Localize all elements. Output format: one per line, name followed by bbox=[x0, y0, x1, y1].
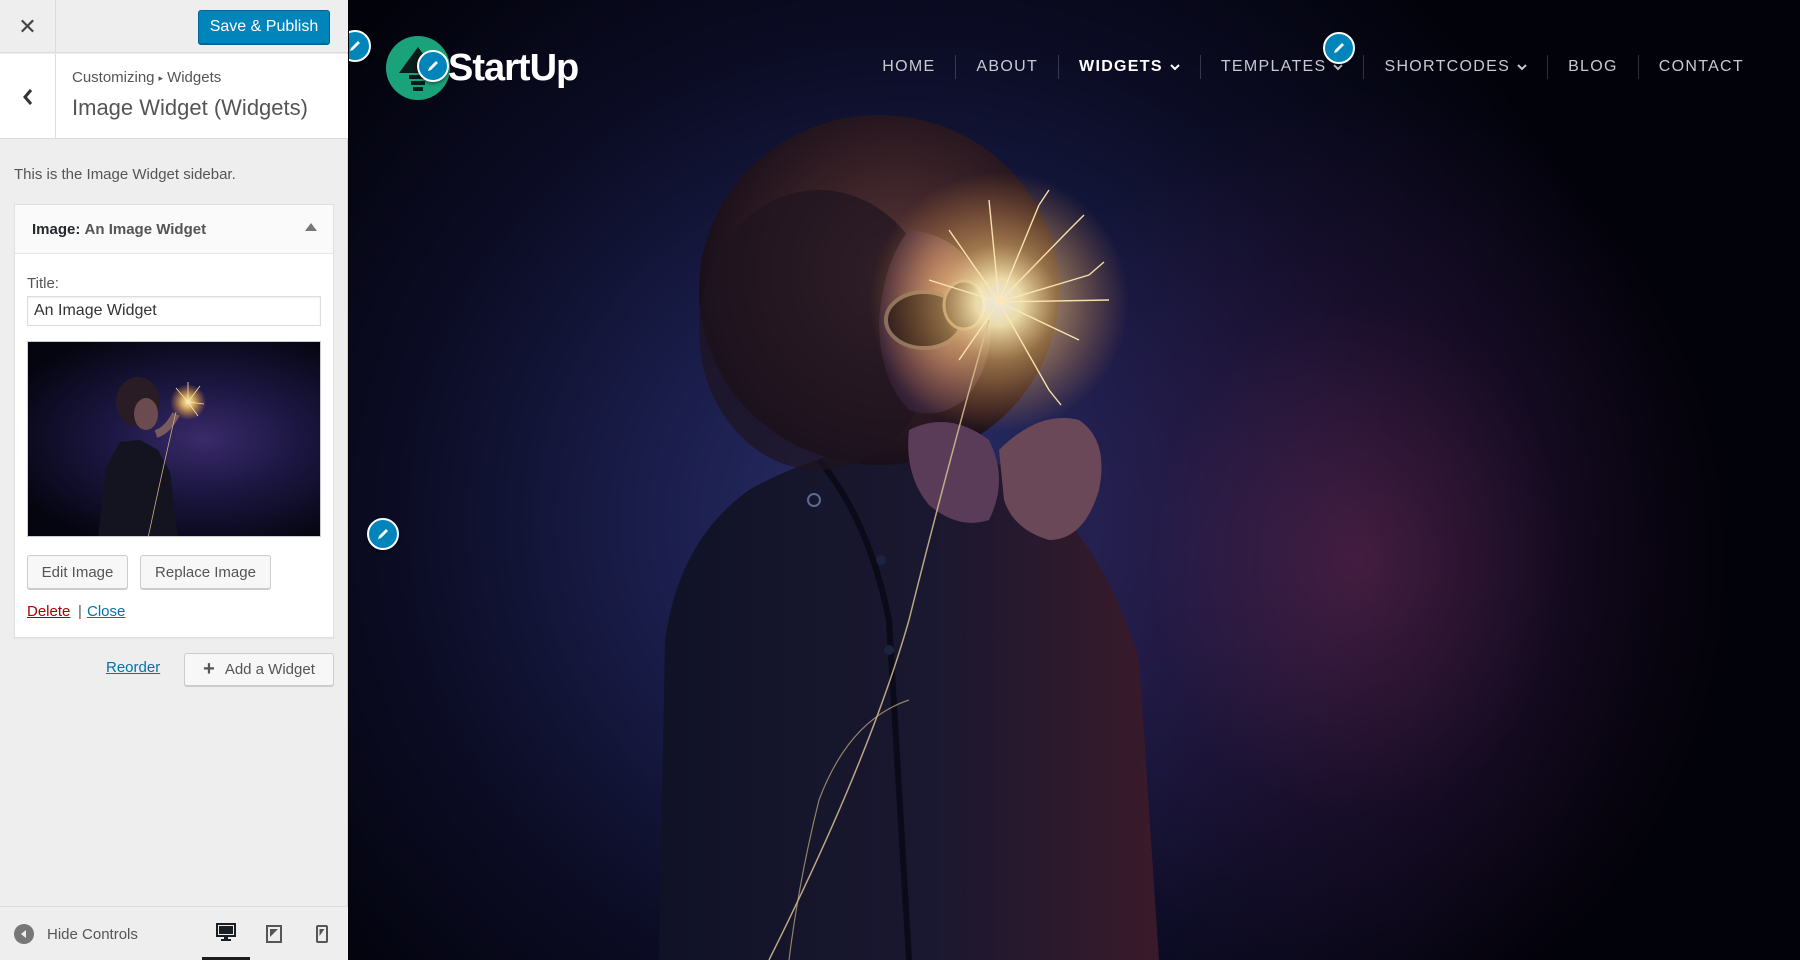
tablet-icon bbox=[266, 925, 282, 943]
widget-header[interactable]: Image: An Image Widget bbox=[15, 205, 333, 254]
add-widget-label: Add a Widget bbox=[224, 661, 315, 678]
widget-type-label: Image: bbox=[32, 221, 81, 238]
replace-image-button[interactable]: Replace Image bbox=[140, 555, 271, 589]
site-logo[interactable]: StartUp bbox=[385, 35, 579, 101]
back-button[interactable] bbox=[0, 54, 56, 139]
reorder-link[interactable]: Reorder bbox=[106, 659, 160, 676]
hide-controls-label: Hide Controls bbox=[47, 925, 138, 943]
preview-tablet-button[interactable] bbox=[250, 907, 298, 960]
close-icon: ✕ bbox=[18, 13, 37, 39]
customizer-header: ✕ Save & Publish bbox=[0, 0, 348, 53]
nav-item-label: ABOUT bbox=[976, 58, 1039, 75]
widget-title: Image: An Image Widget bbox=[32, 221, 206, 238]
sparkler-photo-thumbnail bbox=[98, 377, 206, 536]
breadcrumb-current: Widgets bbox=[167, 69, 222, 86]
chevron-down-icon bbox=[1170, 63, 1180, 70]
section-header: Customizing ▸ Widgets Image Widget (Widget… bbox=[0, 54, 348, 139]
image-widget-panel: Image: An Image Widget Title: An Image W… bbox=[14, 204, 334, 638]
nav-item-shortcodes[interactable]: SHORTCODES bbox=[1363, 55, 1547, 79]
preview-mobile-button[interactable] bbox=[298, 907, 346, 960]
plus-icon: + bbox=[203, 658, 215, 680]
nav-item-label: TEMPLATES bbox=[1220, 58, 1327, 75]
edit-image-button[interactable]: Edit Image bbox=[27, 555, 128, 589]
site-title: StartUp bbox=[448, 46, 579, 89]
sidebar-description: This is the Image Widget sidebar. bbox=[14, 166, 236, 183]
close-customizer-button[interactable]: ✕ bbox=[0, 0, 56, 53]
hero-sparkler-photo bbox=[659, 115, 1159, 960]
mobile-icon bbox=[316, 925, 328, 943]
nav-item-label: HOME bbox=[882, 58, 936, 75]
pencil-icon bbox=[1334, 43, 1344, 53]
preview-desktop-button[interactable] bbox=[202, 907, 250, 960]
nav-item-label: SHORTCODES bbox=[1384, 58, 1511, 75]
nav-item-label: BLOG bbox=[1568, 58, 1618, 75]
breadcrumb-separator: ▸ bbox=[158, 72, 164, 83]
close-widget-link[interactable]: Close bbox=[87, 603, 125, 620]
nav-item-blog[interactable]: BLOG bbox=[1547, 55, 1638, 79]
edit-shortcut-logo[interactable] bbox=[417, 50, 449, 82]
customizer-footer: Hide Controls bbox=[0, 906, 348, 960]
nav-item-contact[interactable]: CONTACT bbox=[1637, 55, 1764, 79]
collapse-left-icon bbox=[14, 924, 34, 944]
title-input[interactable] bbox=[27, 296, 321, 326]
nav-item-label: CONTACT bbox=[1658, 58, 1744, 75]
pencil-icon bbox=[428, 61, 438, 71]
hide-controls-button[interactable]: Hide Controls bbox=[14, 921, 138, 947]
desktop-icon bbox=[216, 923, 236, 941]
link-separator: | bbox=[78, 603, 82, 620]
site-preview: StartUp HOME ABOUT WIDGETS TEMPLATES SHORTCO… bbox=[349, 0, 1800, 960]
title-label: Title: bbox=[27, 275, 59, 292]
edit-shortcut-menu[interactable] bbox=[1323, 32, 1355, 64]
add-widget-button[interactable]: + Add a Widget bbox=[184, 653, 334, 686]
chevron-down-icon bbox=[1333, 63, 1344, 70]
nav-item-label: WIDGETS bbox=[1079, 58, 1163, 75]
widget-image-preview[interactable] bbox=[27, 341, 321, 537]
pencil-icon bbox=[378, 529, 388, 539]
customizer-sidebar: ✕ Save & Publish Customizing ▸ Widgets Ima… bbox=[0, 0, 348, 960]
chevron-left-icon bbox=[22, 88, 32, 105]
chevron-down-icon bbox=[1517, 63, 1527, 70]
section-title: Image Widget (Widgets) bbox=[72, 95, 308, 120]
delete-widget-link[interactable]: Delete bbox=[27, 603, 70, 620]
site-navigation: HOME ABOUT WIDGETS TEMPLATES SHORTCODES BLOG C… bbox=[862, 55, 1764, 79]
breadcrumb: Customizing ▸ Widgets bbox=[72, 69, 221, 86]
nav-item-home[interactable]: HOME bbox=[862, 55, 955, 79]
nav-item-about[interactable]: ABOUT bbox=[955, 55, 1058, 79]
nav-item-widgets[interactable]: WIDGETS bbox=[1058, 55, 1200, 79]
edit-shortcut-image-widget[interactable] bbox=[367, 518, 399, 550]
widget-name: An Image Widget bbox=[84, 221, 207, 238]
collapse-arrow-icon[interactable] bbox=[305, 223, 317, 231]
pencil-icon bbox=[350, 41, 360, 51]
save-publish-button[interactable]: Save & Publish bbox=[198, 10, 330, 44]
breadcrumb-parent: Customizing bbox=[72, 69, 155, 86]
